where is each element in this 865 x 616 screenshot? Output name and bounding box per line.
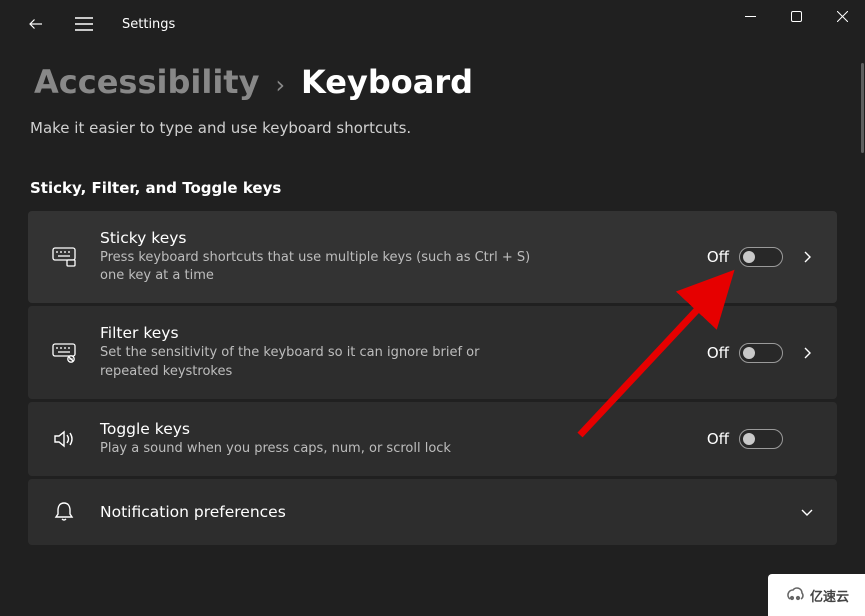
keyboard-filter-icon: [48, 343, 80, 363]
toggle-keys-toggle[interactable]: [739, 429, 783, 449]
back-button[interactable]: [16, 4, 56, 44]
toggle-state-label: Off: [707, 344, 729, 362]
row-title: Filter keys: [100, 324, 687, 342]
sound-icon: [48, 429, 80, 449]
sticky-keys-toggle[interactable]: [739, 247, 783, 267]
breadcrumb-parent[interactable]: Accessibility: [34, 63, 259, 101]
page-description: Make it easier to type and use keyboard …: [0, 101, 865, 137]
row-title: Notification preferences: [100, 503, 777, 521]
watermark: 亿速云: [768, 574, 865, 616]
row-notification-preferences[interactable]: Notification preferences: [28, 479, 837, 545]
row-title: Sticky keys: [100, 229, 687, 247]
maximize-button[interactable]: [773, 0, 819, 32]
toggle-state-label: Off: [707, 248, 729, 266]
app-title: Settings: [122, 17, 175, 32]
row-toggle-keys[interactable]: Toggle keys Play a sound when you press …: [28, 402, 837, 476]
breadcrumb: Accessibility › Keyboard: [0, 48, 865, 101]
toggle-state-label: Off: [707, 430, 729, 448]
expand-chevron-down-icon[interactable]: [797, 502, 817, 522]
filter-keys-toggle[interactable]: [739, 343, 783, 363]
settings-rows: Sticky keys Press keyboard shortcuts tha…: [0, 211, 865, 545]
row-desc: Set the sensitivity of the keyboard so i…: [100, 344, 540, 380]
keyboard-sticky-icon: [48, 247, 80, 267]
expand-chevron-icon[interactable]: [797, 343, 817, 363]
row-sticky-keys[interactable]: Sticky keys Press keyboard shortcuts tha…: [28, 211, 837, 303]
row-desc: Play a sound when you press caps, num, o…: [100, 440, 540, 458]
row-desc: Press keyboard shortcuts that use multip…: [100, 249, 540, 285]
row-title: Toggle keys: [100, 420, 687, 438]
section-title: Sticky, Filter, and Toggle keys: [0, 137, 865, 211]
window-controls: [727, 0, 865, 32]
minimize-button[interactable]: [727, 0, 773, 32]
bell-icon: [48, 501, 80, 523]
expand-chevron-icon[interactable]: [797, 247, 817, 267]
chevron-right-icon: ›: [275, 71, 285, 99]
hamburger-menu-button[interactable]: [64, 4, 104, 44]
breadcrumb-current: Keyboard: [301, 63, 473, 101]
close-button[interactable]: [819, 0, 865, 32]
row-filter-keys[interactable]: Filter keys Set the sensitivity of the k…: [28, 306, 837, 398]
scrollbar[interactable]: [861, 63, 864, 153]
watermark-text: 亿速云: [810, 586, 849, 605]
